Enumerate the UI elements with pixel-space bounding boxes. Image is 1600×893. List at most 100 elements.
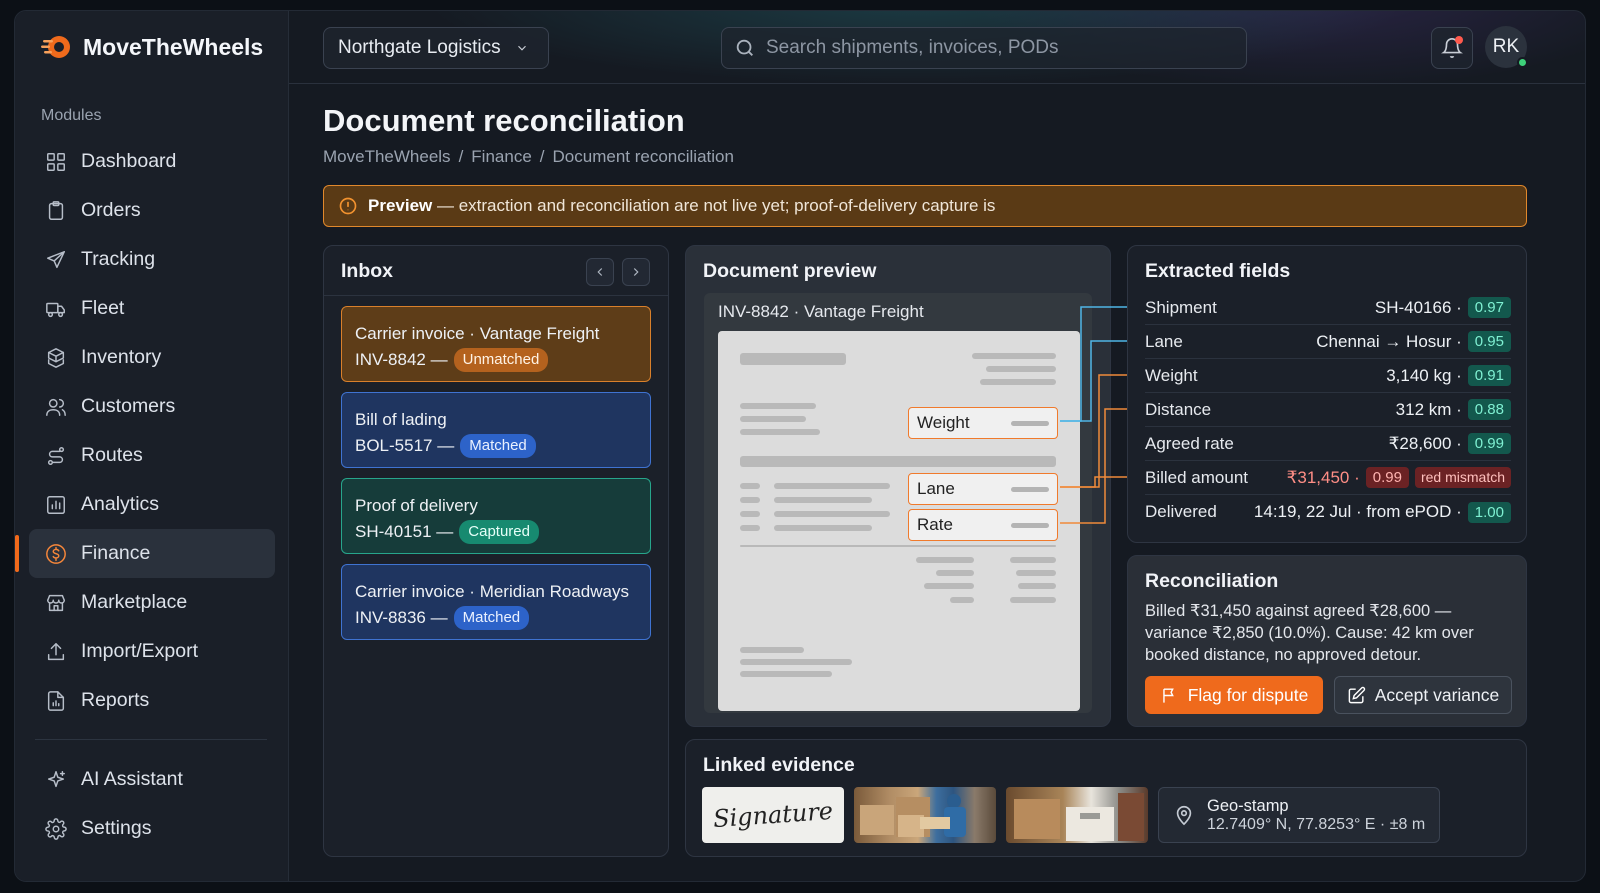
sidebar-item-orders[interactable]: Orders: [29, 186, 275, 235]
sidebar-item-import-export[interactable]: Import/Export: [29, 627, 275, 676]
sidebar-item-routes[interactable]: Routes: [29, 431, 275, 480]
sidebar-item-settings[interactable]: Settings: [29, 804, 275, 853]
sidebar-item-customers[interactable]: Customers: [29, 382, 275, 431]
topbar: Northgate Logistics Search shipments, in…: [289, 11, 1585, 84]
delivery-photo-image: [860, 794, 966, 837]
field-label: Distance: [1145, 399, 1212, 419]
sidebar-item-reports[interactable]: Reports: [29, 676, 275, 725]
sidebar-item-fleet[interactable]: Fleet: [29, 284, 275, 333]
field-label: Shipment: [1145, 297, 1217, 317]
highlight-lane[interactable]: Lane: [908, 473, 1058, 505]
inbox-panel: Inbox Carrier invoice · Vantage Freight …: [323, 245, 669, 857]
geo-stamp-label: Geo-stamp: [1207, 796, 1289, 815]
clipboard-icon: [48, 200, 64, 220]
avatar-initials: RK: [1492, 36, 1520, 57]
online-status-dot: [1517, 57, 1528, 68]
sidebar-divider: [35, 739, 267, 740]
sidebar-item-ai-assistant[interactable]: AI Assistant: [29, 755, 275, 804]
card-ref: INV-8836 —: [355, 608, 448, 627]
inbox-card[interactable]: Carrier invoice · Vantage Freight INV-88…: [341, 306, 651, 382]
linked-evidence-panel: Linked evidence Signature Geo-stamp 12.7…: [685, 739, 1527, 857]
bar-chart-icon: [47, 495, 65, 514]
truck-icon: [46, 302, 65, 317]
field-value: ₹31,450 ·: [1286, 467, 1360, 487]
field-row-weight[interactable]: Weight 3,140 kg · 0.91: [1145, 359, 1511, 393]
signature-thumbnail[interactable]: Signature: [702, 787, 844, 843]
edit-icon: [1348, 686, 1365, 703]
signature-text: Signature: [712, 796, 834, 834]
field-value: ₹28,600 ·: [1388, 433, 1462, 453]
sidebar-item-dashboard[interactable]: Dashboard: [29, 137, 275, 186]
package-photo-thumbnail[interactable]: [1006, 787, 1148, 843]
alert-circle-icon: [339, 197, 357, 215]
inbox-next-button[interactable]: [622, 258, 650, 286]
field-row-shipment[interactable]: Shipment SH-40166 · 0.97: [1145, 291, 1511, 325]
sidebar-bottom-nav: AI Assistant Settings: [29, 755, 275, 853]
highlight-rate[interactable]: Rate: [908, 509, 1058, 541]
sidebar-item-marketplace[interactable]: Marketplace: [29, 578, 275, 627]
report-icon: [47, 690, 65, 711]
card-title: Carrier invoice · Meridian Roadways: [355, 582, 629, 601]
breadcrumb-separator: /: [539, 147, 545, 166]
field-row-lane[interactable]: Lane Chennai → Hosur · 0.95: [1145, 325, 1511, 359]
app-window: MoveTheWheels Modules Dashboard Orders T…: [14, 10, 1586, 882]
accept-variance-button[interactable]: Accept variance: [1334, 676, 1512, 714]
search-input[interactable]: Search shipments, invoices, PODs: [766, 37, 1059, 59]
confidence-badge: 1.00: [1467, 501, 1511, 523]
delivery-photo-thumbnail[interactable]: [854, 787, 996, 843]
field-row-agreed-rate[interactable]: Agreed rate ₹28,600 · 0.99: [1145, 427, 1511, 461]
flag-for-dispute-button[interactable]: Flag for dispute: [1145, 676, 1323, 714]
sidebar-nav: Dashboard Orders Tracking Fleet Inventor…: [15, 137, 275, 725]
inbox-prev-button[interactable]: [586, 258, 614, 286]
field-row-billed-amount[interactable]: Billed amount ₹31,450 · 0.99 red mismatc…: [1145, 461, 1511, 495]
brand[interactable]: MoveTheWheels: [41, 31, 263, 63]
sparkle-icon: [47, 770, 65, 787]
sidebar-item-label: AI Assistant: [81, 768, 183, 790]
button-label: Flag for dispute: [1187, 684, 1309, 705]
inbox-card[interactable]: Bill of lading BOL-5517 — Matched: [341, 392, 651, 468]
banner-message: — extraction and reconciliation are not …: [432, 196, 996, 215]
sidebar-item-label: Import/Export: [81, 640, 199, 662]
geo-stamp[interactable]: Geo-stamp 12.7409° N, 77.8253° E · ±8 m: [1158, 787, 1440, 843]
confidence-badge: 0.95: [1467, 331, 1511, 352]
banner-bold: Preview: [368, 196, 433, 215]
sidebar-item-finance[interactable]: Finance: [15, 529, 275, 578]
field-label: Billed amount: [1145, 467, 1249, 487]
breadcrumb-item-current: Document reconciliation: [552, 147, 734, 166]
inbox-card[interactable]: Proof of delivery SH-40151 — Captured: [341, 478, 651, 554]
highlight-weight[interactable]: Weight: [908, 407, 1058, 439]
avatar[interactable]: RK: [1485, 26, 1528, 68]
field-value: 312 km ·: [1395, 399, 1462, 419]
notifications-button[interactable]: [1431, 27, 1473, 69]
boxes-icon: [47, 347, 65, 368]
sidebar-item-inventory[interactable]: Inventory: [29, 333, 275, 382]
sidebar-item-tracking[interactable]: Tracking: [29, 235, 275, 284]
document-page: Weight Lane Rate: [718, 331, 1080, 711]
confidence-badge: 0.99: [1467, 433, 1511, 454]
send-icon: [47, 250, 65, 268]
search-bar[interactable]: Search shipments, invoices, PODs: [721, 27, 1247, 69]
card-ref: SH-40151 —: [355, 522, 454, 541]
breadcrumb: MoveTheWheels / Finance / Document recon…: [323, 147, 734, 167]
document-viewer[interactable]: INV-8842 · Vantage Freight Weight Lane R…: [704, 293, 1092, 713]
map-pin-icon: [1176, 805, 1192, 826]
breadcrumb-item-finance[interactable]: Finance: [471, 147, 531, 167]
reconciliation-summary: Billed ₹31,450 against agreed ₹28,600 — …: [1145, 602, 1474, 664]
sidebar-item-label: Customers: [81, 395, 176, 417]
search-icon: [736, 39, 753, 56]
breadcrumb-item-home[interactable]: MoveTheWheels: [323, 147, 451, 167]
banner-text: Preview — extraction and reconciliation …: [368, 196, 995, 216]
brand-name: MoveTheWheels: [83, 33, 264, 60]
inbox-card[interactable]: Carrier invoice · Meridian Roadways INV-…: [341, 564, 651, 640]
upload-icon: [47, 642, 65, 660]
chevron-right-icon: [633, 268, 639, 276]
org-selector[interactable]: Northgate Logistics: [323, 27, 549, 69]
preview-banner: Preview — extraction and reconciliation …: [323, 185, 1527, 227]
grid-icon: [47, 152, 65, 171]
field-row-distance[interactable]: Distance 312 km · 0.88: [1145, 393, 1511, 427]
sidebar-item-label: Routes: [81, 444, 143, 466]
sidebar-item-analytics[interactable]: Analytics: [29, 480, 275, 529]
card-title: Proof of delivery: [355, 496, 478, 515]
field-row-delivered[interactable]: Delivered 14:19, 22 Jul · from ePOD · 1.…: [1145, 495, 1511, 529]
chevron-down-icon: [517, 45, 526, 51]
